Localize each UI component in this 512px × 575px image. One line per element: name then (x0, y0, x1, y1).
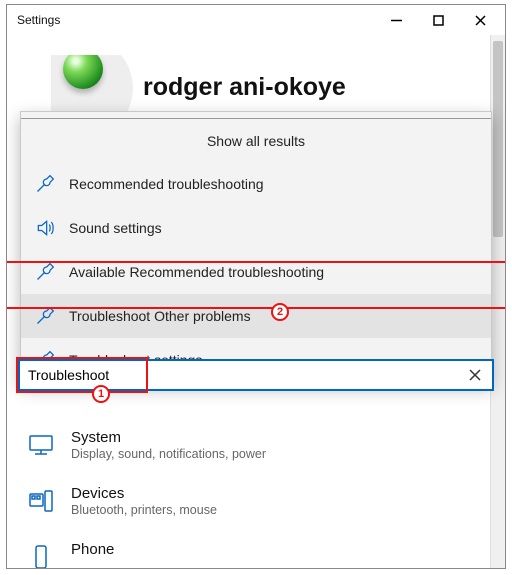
wrench-icon (35, 174, 55, 194)
category-title: Devices (71, 485, 217, 502)
result-label: Troubleshoot Other problems (69, 308, 251, 324)
result-recommended-troubleshooting[interactable]: Recommended troubleshooting (21, 162, 491, 206)
show-all-results-label: Show all results (207, 133, 305, 149)
category-title: Phone (71, 541, 114, 558)
content-area: rodger ani-okoye Show all results Recomm… (7, 35, 505, 568)
maximize-button[interactable] (417, 6, 459, 34)
search-input[interactable] (24, 367, 462, 383)
minimize-button[interactable] (375, 6, 417, 34)
category-phone[interactable]: Phone (21, 529, 491, 568)
result-label: Recommended troubleshooting (69, 176, 264, 192)
window-title: Settings (17, 13, 375, 27)
devices-icon (27, 487, 55, 515)
category-devices[interactable]: Devices Bluetooth, printers, mouse (21, 473, 491, 529)
profile-name: rodger ani-okoye (143, 73, 346, 102)
wrench-icon (35, 262, 55, 282)
system-icon (27, 431, 55, 459)
result-available-recommended[interactable]: Available Recommended troubleshooting (21, 250, 491, 294)
result-label: Available Recommended troubleshooting (69, 264, 324, 280)
result-sound-settings[interactable]: Sound settings (21, 206, 491, 250)
categories-list: System Display, sound, notifications, po… (21, 417, 491, 568)
result-troubleshoot-other[interactable]: Troubleshoot Other problems (21, 294, 491, 338)
sound-icon (35, 218, 55, 238)
search-bar[interactable] (18, 359, 494, 391)
profile-row: rodger ani-okoye (51, 55, 491, 119)
result-label: Sound settings (69, 220, 162, 236)
close-button[interactable] (459, 6, 501, 34)
search-results-dropdown: Show all results Recommended troubleshoo… (20, 111, 492, 383)
category-system[interactable]: System Display, sound, notifications, po… (21, 417, 491, 473)
avatar (51, 55, 115, 119)
vertical-scrollbar[interactable] (490, 35, 505, 568)
category-subtitle: Display, sound, notifications, power (71, 447, 266, 461)
scrollbar-thumb[interactable] (493, 41, 503, 237)
titlebar: Settings (7, 5, 505, 35)
wrench-icon (35, 306, 55, 326)
clear-search-button[interactable] (462, 362, 488, 388)
show-all-results[interactable]: Show all results (21, 118, 491, 162)
phone-icon (27, 543, 55, 568)
settings-window: Settings rodger ani-okoye Show all resul… (6, 4, 506, 569)
category-subtitle: Bluetooth, printers, mouse (71, 503, 217, 517)
category-title: System (71, 429, 266, 446)
